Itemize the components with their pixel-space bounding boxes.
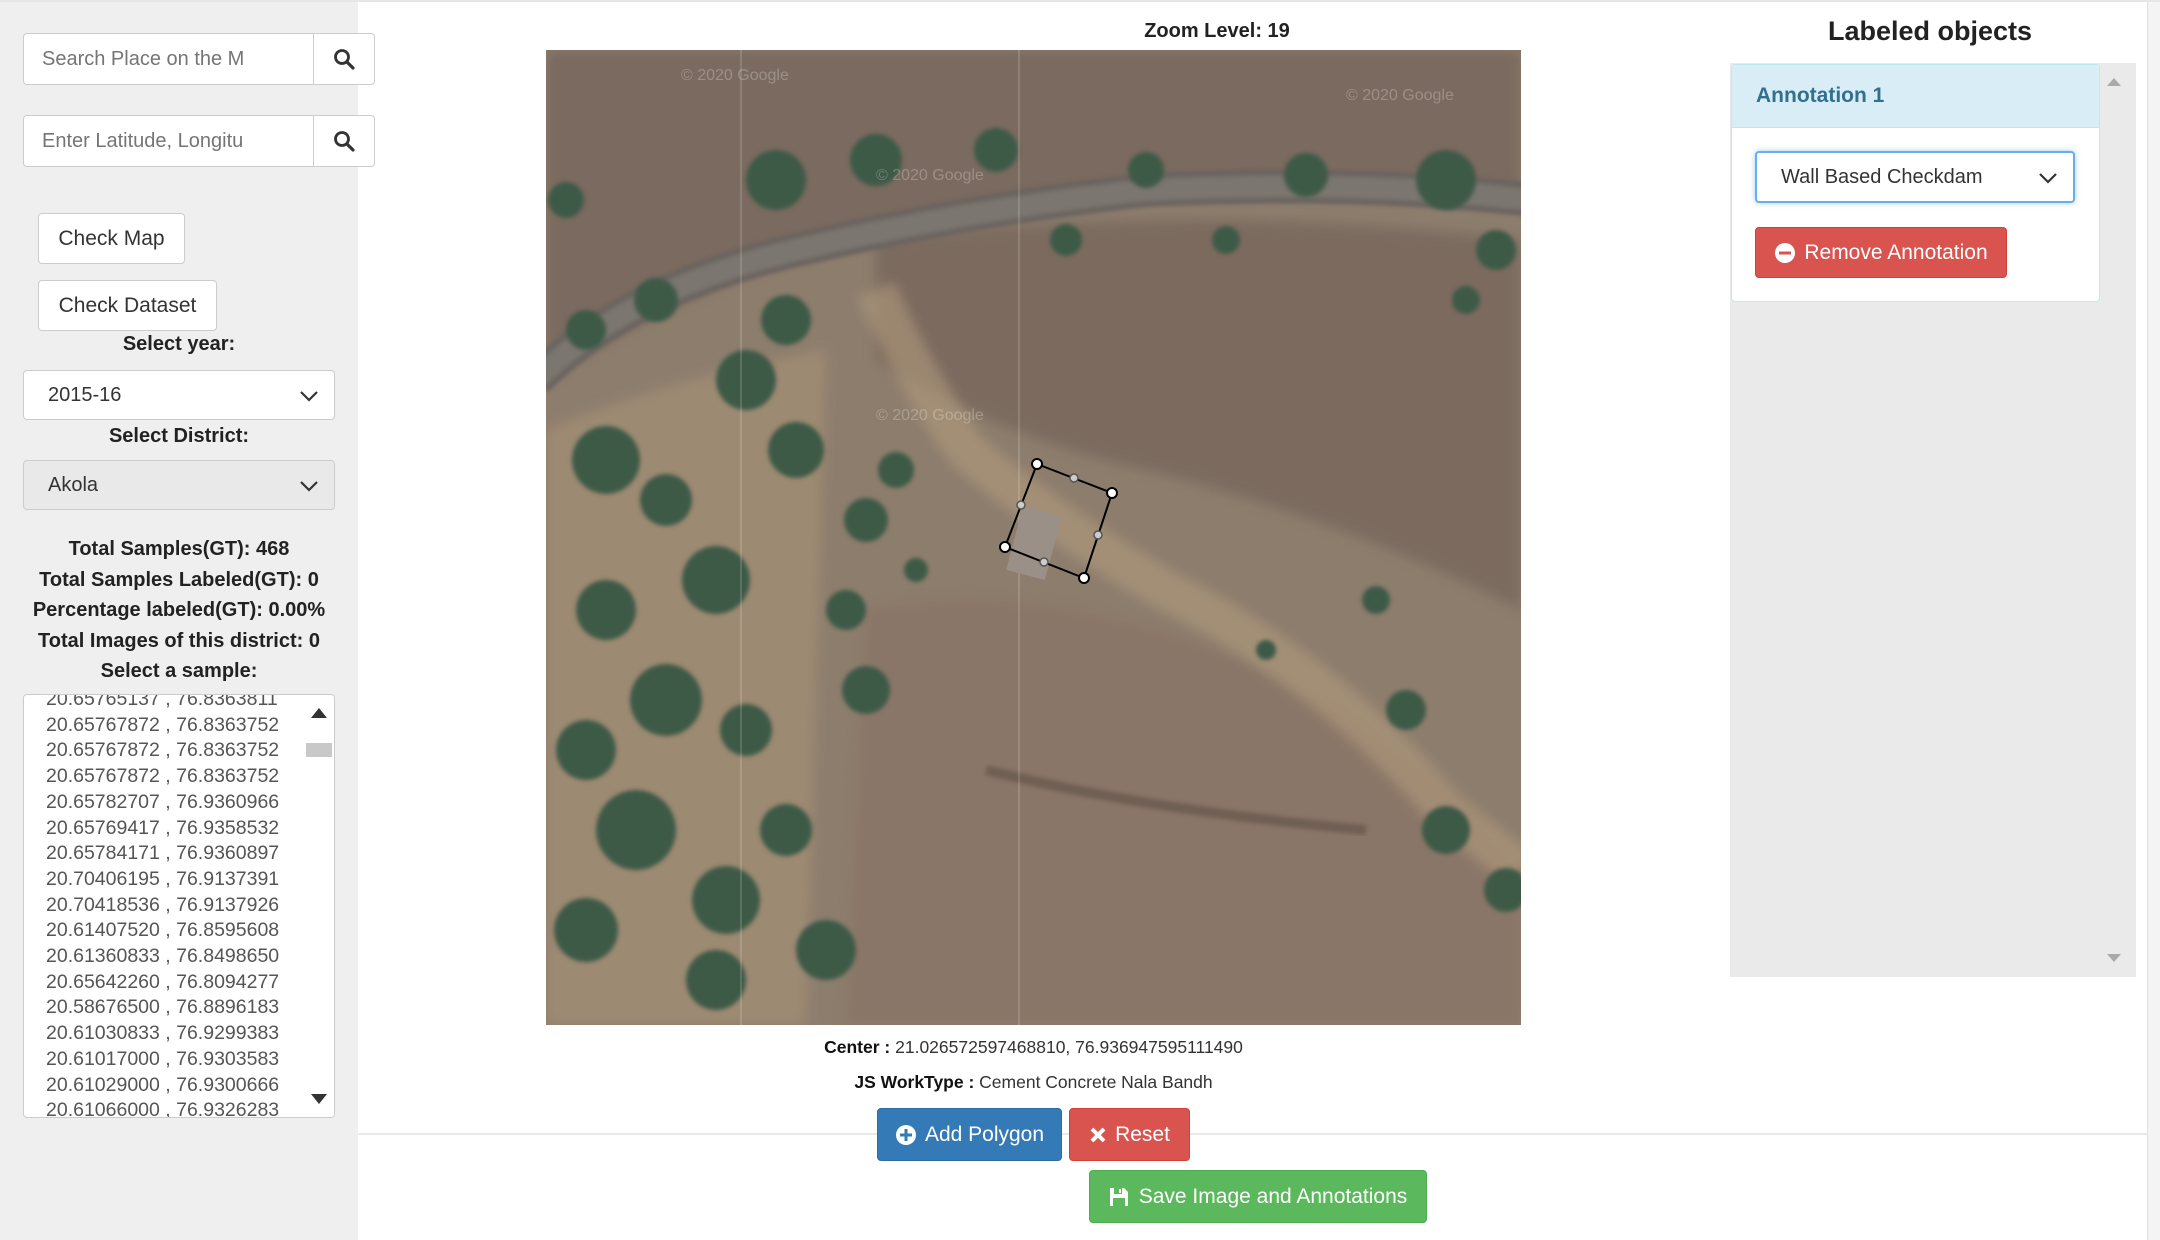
percentage-labeled-text: Percentage labeled(GT): 0.00% (32, 599, 326, 621)
map-watermark: © 2020 Google (681, 67, 789, 84)
scroll-up-icon[interactable] (2106, 77, 2122, 87)
sample-listbox[interactable]: 20.65765137 , 76.8363811 20.65767872 , 76… (23, 694, 335, 1118)
worktype-value: Cement Concrete Nala Bandh (974, 1072, 1213, 1092)
search-latlng-group (23, 115, 375, 167)
search-latlng-input[interactable] (23, 115, 313, 167)
scroll-down-icon[interactable] (2106, 953, 2122, 963)
center-value: 21.026572597468810, 76.936947595111490 (890, 1037, 1243, 1057)
chevron-down-icon (300, 481, 318, 492)
sample-list-item[interactable]: 20.65765137 , 76.8363811 (46, 695, 279, 713)
sample-list-item[interactable]: 20.65769417 , 76.9358532 (46, 816, 279, 842)
search-place-button[interactable] (313, 33, 375, 85)
district-select-value: Akola (48, 473, 99, 496)
district-select[interactable]: Akola (23, 460, 335, 510)
scroll-up-icon[interactable] (310, 707, 328, 719)
center-label: Center : (824, 1037, 891, 1057)
chevron-down-icon (300, 391, 318, 402)
page-scrollbar[interactable] (2147, 2, 2160, 1240)
map-watermark: © 2020 Google (876, 407, 984, 424)
annotation-header: Annotation 1 (1732, 65, 2099, 128)
sample-list-item[interactable]: 20.65782707 , 76.9360966 (46, 790, 279, 816)
search-latlng-button[interactable] (313, 115, 375, 167)
worktype-label: JS WorkType : (854, 1072, 975, 1092)
add-polygon-button[interactable]: Add Polygon (877, 1108, 1062, 1161)
sample-list-item[interactable]: 20.65767872 , 76.8363752 (46, 713, 279, 739)
reset-label: Reset (1115, 1122, 1170, 1146)
minus-circle-icon (1775, 242, 1796, 263)
center-info: Center : 21.026572597468810, 76.93694759… (546, 1037, 1521, 1058)
add-polygon-label: Add Polygon (924, 1122, 1045, 1146)
sample-list-item[interactable]: 20.61407520 , 76.8595608 (46, 918, 279, 944)
remove-annotation-button[interactable]: Remove Annotation (1755, 227, 2007, 278)
sample-list-item[interactable]: 20.61017000 , 76.9303583 (46, 1047, 279, 1073)
sample-list-scrollbar[interactable] (304, 695, 334, 1117)
total-samples-text: Total Samples(GT): 468 (68, 538, 290, 560)
save-label: Save Image and Annotations (1138, 1184, 1408, 1208)
close-icon (1090, 1127, 1106, 1142)
satellite-imagery: © 2020 Google © 2020 Google © 2020 Googl… (546, 50, 1521, 1025)
plus-circle-icon (895, 1124, 916, 1145)
sample-list-item[interactable]: 20.65784171 , 76.9360897 (46, 841, 279, 867)
sample-list-item[interactable]: 20.58676500 , 76.8896183 (46, 995, 279, 1021)
scroll-down-icon[interactable] (310, 1093, 328, 1105)
sample-list: 20.65765137 , 76.8363811 20.65767872 , 76… (46, 695, 279, 1117)
annotation-type-select[interactable]: Wall Based Checkdam (1755, 151, 2075, 203)
check-map-button[interactable]: Check Map (38, 213, 185, 264)
check-dataset-button[interactable]: Check Dataset (38, 280, 217, 331)
sample-list-item[interactable]: 20.70406195 , 76.9137391 (46, 867, 279, 893)
sample-list-item[interactable]: 20.65642260 , 76.8094277 (46, 970, 279, 996)
select-year-label: Select year: (122, 333, 236, 355)
labeled-objects-title: Labeled objects (1827, 16, 2033, 46)
total-labeled-text: Total Samples Labeled(GT): 0 (39, 568, 319, 591)
floppy-disk-icon (1109, 1187, 1128, 1206)
select-sample-label: Select a sample: (100, 660, 258, 682)
remove-annotation-label: Remove Annotation (1804, 240, 1988, 264)
search-place-group (23, 33, 375, 85)
stats-block: Total Samples(GT): 468 Total Samples Lab… (0, 534, 358, 687)
sample-list-item[interactable]: 20.65767872 , 76.8363752 (46, 738, 279, 764)
total-images-text: Total Images of this district: 0 (38, 629, 320, 652)
sample-list-item[interactable]: 20.61066000 , 76.9326283 (46, 1098, 279, 1117)
year-select-value: 2015-16 (48, 383, 122, 406)
divider (358, 1133, 2147, 1135)
search-place-input[interactable] (23, 33, 313, 85)
satellite-map[interactable]: © 2020 Google © 2020 Google © 2020 Googl… (546, 50, 1521, 1025)
sample-list-item[interactable]: 20.61029000 , 76.9300666 (46, 1073, 279, 1099)
zoom-level-label: Zoom Level: 19 (1144, 20, 1290, 42)
worktype-info: JS WorkType : Cement Concrete Nala Bandh (546, 1072, 1521, 1093)
map-watermark: © 2020 Google (1346, 87, 1454, 104)
scrollbar-thumb[interactable] (306, 743, 332, 757)
save-button[interactable]: Save Image and Annotations (1089, 1170, 1427, 1223)
sample-list-item[interactable]: 20.61360833 , 76.8498650 (46, 944, 279, 970)
annotation-type-value: Wall Based Checkdam (1781, 165, 1983, 188)
search-icon (334, 131, 355, 152)
year-select[interactable]: 2015-16 (23, 370, 335, 420)
search-icon (334, 49, 355, 70)
sample-list-item[interactable]: 20.61030833 , 76.9299383 (46, 1021, 279, 1047)
reset-button[interactable]: Reset (1069, 1108, 1190, 1161)
select-district-label: Select District: (108, 425, 250, 447)
sample-list-item[interactable]: 20.70418536 , 76.9137926 (46, 893, 279, 919)
sample-list-item[interactable]: 20.65767872 , 76.8363752 (46, 764, 279, 790)
map-watermark: © 2020 Google (876, 167, 984, 184)
chevron-down-icon (2039, 173, 2057, 184)
